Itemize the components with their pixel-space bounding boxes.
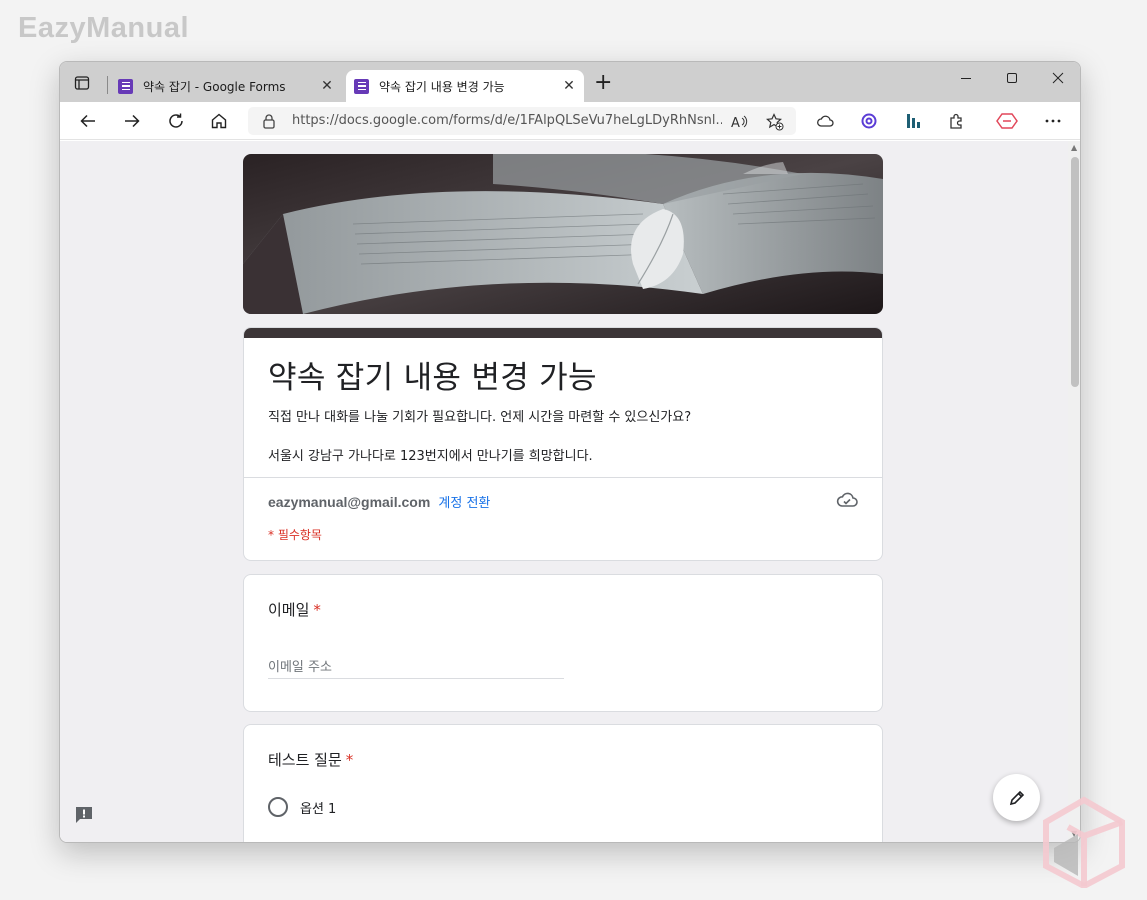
radio-option[interactable]: 옵션 1	[268, 797, 336, 817]
new-tab-icon[interactable]: +	[594, 72, 612, 94]
form-theme-bar	[244, 328, 882, 338]
edit-pencil-button[interactable]	[993, 774, 1040, 821]
site-logo-watermark	[1038, 796, 1130, 892]
profile-extension-icon[interactable]	[995, 109, 1019, 133]
close-tab-icon[interactable]: ✕	[560, 78, 578, 94]
divider	[244, 477, 882, 478]
lock-icon[interactable]	[262, 113, 276, 133]
email-field[interactable]: 이메일 주소	[268, 653, 564, 679]
minimize-icon[interactable]	[951, 70, 981, 88]
close-tab-icon[interactable]: ✕	[318, 78, 336, 94]
tab-title: 약속 잡기 내용 변경 가능	[379, 79, 505, 94]
scrollbar-thumb[interactable]	[1071, 157, 1079, 387]
radio-button[interactable]	[268, 797, 288, 817]
back-icon[interactable]	[76, 109, 100, 133]
form-header-image	[243, 154, 883, 314]
form-description-line-2: 서울시 강남구 가나다로 123번지에서 만나기를 희망합니다.	[268, 449, 593, 464]
address-url-text[interactable]: https://docs.google.com/forms/d/e/1FAlpQ…	[292, 113, 722, 128]
page-viewport: 약속 잡기 내용 변경 가능 직접 만나 대화를 나눌 기회가 필요합니다. 언…	[60, 141, 1068, 842]
form-title-card: 약속 잡기 내용 변경 가능 직접 만나 대화를 나눌 기회가 필요합니다. 언…	[243, 327, 883, 561]
forward-icon[interactable]	[120, 109, 144, 133]
pencil-icon	[1009, 790, 1024, 805]
question-label: 이메일 *	[268, 599, 321, 620]
home-icon[interactable]	[207, 109, 231, 133]
cloud-saved-icon	[836, 492, 858, 512]
extension-link-icon[interactable]	[857, 109, 881, 133]
question-card-test: 테스트 질문 * 옵션 1	[243, 724, 883, 842]
tab-title: 약속 잡기 - Google Forms	[143, 79, 286, 94]
cloud-sync-icon[interactable]	[813, 109, 837, 133]
tab-separator	[107, 76, 108, 94]
form-description-line-1: 직접 만나 대화를 나눌 기회가 필요합니다. 언제 시간을 마련할 수 있으신…	[268, 410, 692, 425]
question-label: 테스트 질문 *	[268, 749, 353, 770]
google-forms-favicon-icon	[118, 78, 133, 94]
tab-strip: 약속 잡기 - Google Forms ✕ 약속 잡기 내용 변경 가능 ✕ …	[60, 62, 1080, 102]
question-title: 이메일	[268, 601, 310, 619]
switch-account-link[interactable]: 계정 전환	[438, 496, 490, 511]
question-card-email: 이메일 * 이메일 주소	[243, 574, 883, 712]
account-email: eazymanual@gmail.com	[268, 494, 431, 510]
read-aloud-icon[interactable]: A	[728, 111, 750, 133]
extensions-puzzle-icon[interactable]	[945, 109, 969, 133]
scroll-up-icon[interactable]: ▲	[1071, 143, 1077, 152]
extension-bars-icon[interactable]	[901, 109, 925, 133]
required-fields-note: * 필수항목	[268, 528, 322, 542]
required-asterisk: *	[345, 751, 354, 769]
svg-text:A: A	[731, 116, 740, 130]
form-title: 약속 잡기 내용 변경 가능	[268, 360, 597, 396]
vertical-scrollbar[interactable]: ▲ ▼	[1068, 141, 1080, 842]
tab-actions-icon[interactable]	[72, 73, 92, 93]
report-feedback-icon[interactable]	[74, 805, 94, 829]
more-options-icon[interactable]	[1041, 109, 1065, 133]
account-row: eazymanual@gmail.com 계정 전환	[268, 492, 490, 511]
question-title: 테스트 질문	[268, 751, 342, 769]
site-watermark: EazyManual	[18, 12, 189, 44]
add-favorite-icon[interactable]	[764, 111, 786, 133]
address-bar[interactable]: https://docs.google.com/forms/d/e/1FAlpQ…	[248, 107, 796, 135]
maximize-icon[interactable]	[997, 70, 1027, 88]
tab-active-form[interactable]: 약속 잡기 내용 변경 가능 ✕	[346, 70, 584, 102]
refresh-icon[interactable]	[164, 109, 188, 133]
close-window-icon[interactable]	[1043, 70, 1073, 88]
tab-google-forms[interactable]: 약속 잡기 - Google Forms ✕	[110, 70, 342, 102]
radio-option-label: 옵션 1	[300, 801, 337, 817]
required-asterisk: *	[313, 601, 321, 619]
browser-toolbar: https://docs.google.com/forms/d/e/1FAlpQ…	[60, 102, 1080, 140]
google-forms-favicon-icon	[354, 78, 369, 94]
browser-window: 약속 잡기 - Google Forms ✕ 약속 잡기 내용 변경 가능 ✕ …	[59, 61, 1081, 843]
